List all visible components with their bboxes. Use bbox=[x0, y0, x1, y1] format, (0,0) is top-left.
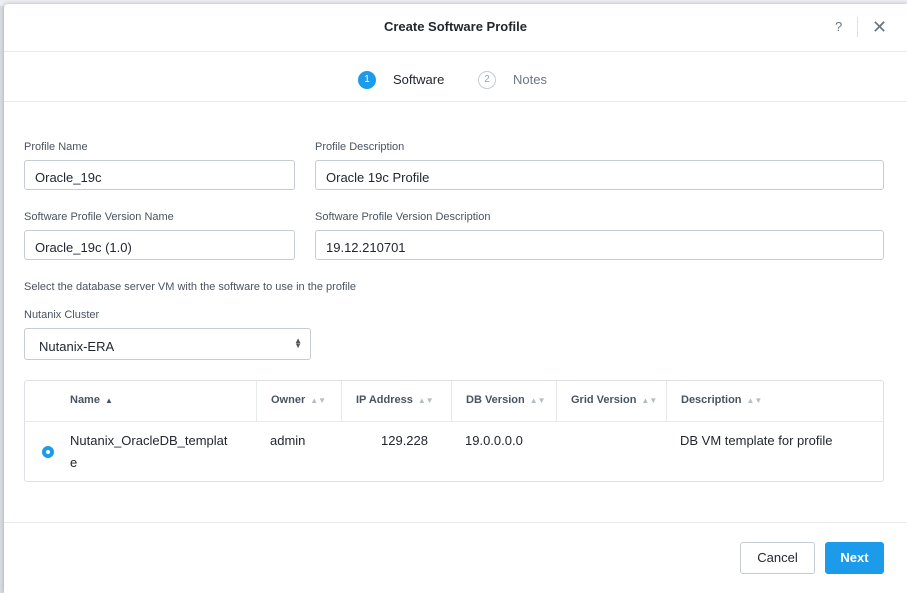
cell-name: Nutanix_OracleDB_templat e bbox=[70, 433, 228, 470]
wizard-steps: 1 Software 2 Notes bbox=[4, 52, 907, 102]
step-2-number[interactable]: 2 bbox=[478, 71, 496, 89]
column-grid-version[interactable]: Grid Version ▲▼ bbox=[556, 381, 666, 421]
profile-name-input[interactable]: Oracle_19c bbox=[24, 160, 295, 190]
sort-icon: ▲▼ bbox=[529, 396, 546, 405]
dialog-footer: Cancel Next bbox=[4, 522, 907, 593]
column-db-version[interactable]: DB Version ▲▼ bbox=[451, 381, 556, 421]
sort-icon: ▲▼ bbox=[310, 396, 327, 405]
version-description-label: Software Profile Version Description bbox=[315, 211, 491, 223]
version-description-input[interactable]: 19.12.210701 bbox=[315, 230, 884, 260]
close-icon[interactable]: ✕ bbox=[872, 17, 887, 37]
header-divider bbox=[857, 17, 858, 37]
profile-description-label: Profile Description bbox=[315, 141, 405, 153]
profile-name-label: Profile Name bbox=[24, 141, 88, 153]
sort-icon: ▲▼ bbox=[417, 396, 434, 405]
profile-description-input[interactable]: Oracle 19c Profile bbox=[315, 160, 884, 190]
cell-description: DB VM template for profile bbox=[680, 433, 833, 448]
version-name-label: Software Profile Version Name bbox=[24, 211, 174, 223]
next-button[interactable]: Next bbox=[825, 542, 884, 574]
column-name[interactable]: Name ▲ bbox=[56, 381, 256, 421]
dialog-header: Create Software Profile ? ✕ bbox=[4, 4, 907, 52]
step-1-label[interactable]: Software bbox=[393, 72, 444, 87]
cluster-select-value: Nutanix-ERA bbox=[39, 339, 115, 354]
dialog-title: Create Software Profile bbox=[383, 19, 528, 34]
column-ip-address[interactable]: IP Address ▲▼ bbox=[341, 381, 451, 421]
sort-icon: ▲▼ bbox=[641, 396, 658, 405]
cluster-label: Nutanix Cluster bbox=[24, 309, 100, 321]
cell-owner: admin bbox=[270, 433, 306, 448]
version-name-input[interactable]: Oracle_19c (1.0) bbox=[24, 230, 295, 260]
select-arrows-icon: ▲ ▼ bbox=[294, 336, 302, 350]
vm-table: Name ▲ Owner ▲▼ IP Address ▲▼ DB Version ▲▼ … bbox=[24, 380, 884, 482]
column-owner[interactable]: Owner ▲▼ bbox=[256, 381, 341, 421]
cancel-button[interactable]: Cancel bbox=[740, 542, 815, 574]
sort-asc-icon: ▲ bbox=[104, 396, 113, 405]
cell-ip-address: 129.228 bbox=[381, 433, 428, 448]
step-2-label[interactable]: Notes bbox=[513, 72, 547, 87]
step-1-number[interactable]: 1 bbox=[358, 71, 376, 89]
sort-icon: ▲▼ bbox=[746, 396, 763, 405]
row-select-radio[interactable] bbox=[42, 446, 54, 458]
select-vm-hint: Select the database server VM with the s… bbox=[24, 281, 357, 293]
cell-db-version: 19.0.0.0.0 bbox=[465, 433, 523, 448]
column-description[interactable]: Description ▲▼ bbox=[666, 381, 883, 421]
help-icon[interactable]: ? bbox=[835, 19, 842, 34]
cluster-select[interactable]: Nutanix-ERA ▲ ▼ bbox=[24, 328, 311, 360]
table-header: Name ▲ Owner ▲▼ IP Address ▲▼ DB Version ▲▼ … bbox=[25, 381, 883, 422]
create-software-profile-dialog: Create Software Profile ? ✕ 1 Software 2… bbox=[4, 4, 907, 593]
